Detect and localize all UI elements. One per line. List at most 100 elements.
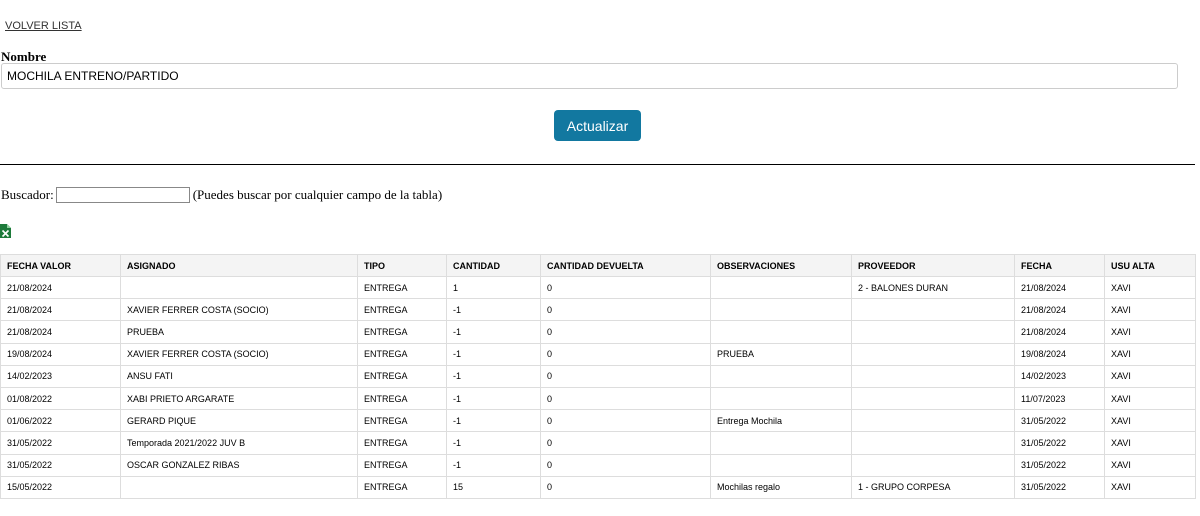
- table-row[interactable]: 14/02/2023 ANSU FATI ENTREGA -1 0 14/02/2023 X…: [0, 364, 1196, 388]
- cell-asignado: [120, 275, 358, 300]
- cell-fecha-valor: 01/06/2022: [0, 409, 121, 433]
- cell-cantidad-devuelta: 0: [540, 453, 711, 477]
- col-fecha[interactable]: FECHA: [1014, 254, 1105, 277]
- cell-asignado: XAVIER FERRER COSTA (SOCIO): [120, 298, 358, 322]
- cell-proveedor: [851, 342, 1015, 366]
- col-fecha-valor[interactable]: FECHA VALOR: [0, 254, 121, 277]
- cell-fecha: 31/05/2022: [1014, 409, 1105, 433]
- cell-tipo: ENTREGA: [357, 298, 447, 322]
- cell-fecha: 14/02/2023: [1014, 364, 1105, 388]
- cell-usu-alta: XAVI: [1104, 386, 1196, 411]
- cell-cantidad-devuelta: 0: [540, 409, 711, 433]
- table-header-row: FECHA VALOR ASIGNADO TIPO CANTIDAD CANTI…: [0, 254, 1196, 277]
- cell-tipo: ENTREGA: [357, 431, 447, 455]
- cell-fecha-valor: 21/08/2024: [0, 320, 121, 344]
- cell-cantidad-devuelta: 0: [540, 342, 711, 366]
- search-label: Buscador:: [1, 187, 54, 202]
- search-hint: (Puedes buscar por cualquier campo de la…: [192, 187, 443, 202]
- col-asignado[interactable]: ASIGNADO: [120, 254, 358, 277]
- cell-observaciones: Entrega Mochila: [710, 409, 852, 433]
- cell-observaciones: [710, 298, 852, 322]
- cell-observaciones: [710, 386, 852, 411]
- table-row[interactable]: 21/08/2024 PRUEBA ENTREGA -1 0 21/08/2024 XAVI: [0, 320, 1196, 344]
- table-row[interactable]: 21/08/2024 ENTREGA 1 0 2 - BALONES DURAN 21/0…: [0, 275, 1196, 300]
- cell-observaciones: [710, 364, 852, 388]
- cell-asignado: PRUEBA: [120, 320, 358, 344]
- cell-proveedor: 2 - BALONES DURAN: [851, 275, 1015, 300]
- search-input[interactable]: [55, 187, 190, 203]
- cell-usu-alta: XAVI: [1104, 364, 1196, 388]
- cell-usu-alta: XAVI: [1104, 409, 1196, 433]
- table-row[interactable]: 15/05/2022 ENTREGA 15 0 Mochilas regalo 1 - G…: [0, 475, 1196, 499]
- cell-fecha: 11/07/2023: [1014, 386, 1105, 411]
- cell-cantidad-devuelta: 0: [540, 320, 711, 344]
- table-row[interactable]: 01/08/2022 XABI PRIETO ARGARATE ENTREGA -1 0…: [0, 386, 1196, 411]
- cell-asignado: Temporada 2021/2022 JUV B: [120, 431, 358, 455]
- back-to-list-link[interactable]: VOLVER LISTA: [5, 20, 82, 32]
- cell-proveedor: [851, 453, 1015, 477]
- table-row[interactable]: 01/06/2022 GERARD PIQUE ENTREGA -1 0 Entrega …: [0, 409, 1196, 433]
- cell-usu-alta: XAVI: [1104, 298, 1196, 322]
- movements-table: FECHA VALOR ASIGNADO TIPO CANTIDAD CANTI…: [0, 254, 1196, 499]
- table-row[interactable]: 31/05/2022 Temporada 2021/2022 JUV B ENTRE…: [0, 431, 1196, 455]
- cell-cantidad-devuelta: 0: [540, 364, 711, 388]
- cell-asignado: XABI PRIETO ARGARATE: [120, 386, 358, 411]
- col-proveedor[interactable]: PROVEEDOR: [851, 254, 1015, 277]
- col-observaciones[interactable]: OBSERVACIONES: [710, 254, 852, 277]
- cell-tipo: ENTREGA: [357, 275, 447, 300]
- cell-observaciones: [710, 320, 852, 344]
- cell-cantidad: -1: [446, 453, 541, 477]
- update-button[interactable]: Actualizar: [554, 110, 641, 141]
- divider: [0, 164, 1195, 165]
- cell-cantidad: -1: [446, 320, 541, 344]
- cell-usu-alta: XAVI: [1104, 453, 1196, 477]
- cell-fecha: 31/05/2022: [1014, 453, 1105, 477]
- cell-asignado: [120, 475, 358, 499]
- table-row[interactable]: 21/08/2024 XAVIER FERRER COSTA (SOCIO) ENT…: [0, 298, 1196, 322]
- col-tipo[interactable]: TIPO: [357, 254, 447, 277]
- cell-fecha: 21/08/2024: [1014, 298, 1105, 322]
- search-row: Buscador: (Puedes buscar por cualquier c…: [1, 187, 442, 203]
- cell-tipo: ENTREGA: [357, 364, 447, 388]
- cell-tipo: ENTREGA: [357, 386, 447, 411]
- cell-cantidad-devuelta: 0: [540, 275, 711, 300]
- cell-tipo: ENTREGA: [357, 342, 447, 366]
- cell-observaciones: [710, 275, 852, 300]
- cell-usu-alta: XAVI: [1104, 431, 1196, 455]
- cell-fecha-valor: 31/05/2022: [0, 453, 121, 477]
- excel-icon[interactable]: [0, 224, 11, 238]
- cell-observaciones: PRUEBA: [710, 342, 852, 366]
- cell-tipo: ENTREGA: [357, 453, 447, 477]
- cell-proveedor: [851, 298, 1015, 322]
- cell-observaciones: [710, 431, 852, 455]
- cell-fecha-valor: 21/08/2024: [0, 275, 121, 300]
- cell-fecha-valor: 01/08/2022: [0, 386, 121, 411]
- cell-proveedor: [851, 386, 1015, 411]
- cell-proveedor: [851, 320, 1015, 344]
- cell-asignado: GERARD PIQUE: [120, 409, 358, 433]
- table-row[interactable]: 19/08/2024 XAVIER FERRER COSTA (SOCIO) ENT…: [0, 342, 1196, 366]
- col-cantidad-devuelta[interactable]: CANTIDAD DEVUELTA: [540, 254, 711, 277]
- cell-cantidad-devuelta: 0: [540, 475, 711, 499]
- cell-usu-alta: XAVI: [1104, 475, 1196, 499]
- cell-usu-alta: XAVI: [1104, 342, 1196, 366]
- cell-fecha: 31/05/2022: [1014, 475, 1105, 499]
- cell-usu-alta: XAVI: [1104, 320, 1196, 344]
- col-cantidad[interactable]: CANTIDAD: [446, 254, 541, 277]
- cell-fecha: 19/08/2024: [1014, 342, 1105, 366]
- cell-cantidad: -1: [446, 342, 541, 366]
- cell-asignado: ANSU FATI: [120, 364, 358, 388]
- cell-cantidad-devuelta: 0: [540, 431, 711, 455]
- cell-cantidad: -1: [446, 364, 541, 388]
- cell-proveedor: [851, 409, 1015, 433]
- cell-cantidad-devuelta: 0: [540, 298, 711, 322]
- name-input[interactable]: [1, 63, 1178, 89]
- col-usu-alta[interactable]: USU ALTA: [1104, 254, 1196, 277]
- cell-asignado: XAVIER FERRER COSTA (SOCIO): [120, 342, 358, 366]
- cell-cantidad-devuelta: 0: [540, 386, 711, 411]
- cell-observaciones: [710, 453, 852, 477]
- table-row[interactable]: 31/05/2022 OSCAR GONZALEZ RIBAS ENTREGA -1 0…: [0, 453, 1196, 477]
- cell-fecha: 21/08/2024: [1014, 320, 1105, 344]
- cell-proveedor: [851, 364, 1015, 388]
- cell-cantidad: 15: [446, 475, 541, 499]
